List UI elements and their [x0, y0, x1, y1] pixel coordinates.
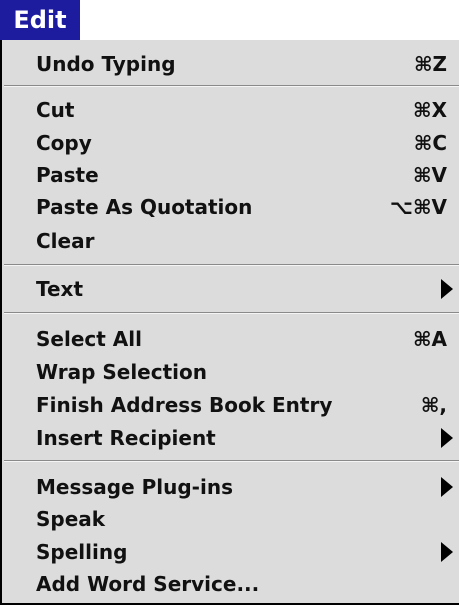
menu-item-label: Copy	[36, 131, 92, 155]
submenu-arrow-icon	[441, 477, 453, 497]
menu-item-speak[interactable]: Speak	[2, 505, 459, 533]
menu-item-copy[interactable]: Copy ⌘C	[2, 129, 459, 157]
menu-item-label: Message Plug-ins	[36, 475, 233, 499]
menu-item-finish-address-book-entry[interactable]: Finish Address Book Entry ⌘,	[2, 391, 459, 419]
menu-item-label: Speak	[36, 507, 106, 531]
submenu-arrow-icon	[441, 542, 453, 562]
menu-item-label: Cut	[36, 98, 75, 122]
menu-separator	[4, 264, 459, 266]
menu-item-select-all[interactable]: Select All ⌘A	[2, 325, 459, 353]
menu-item-shortcut: ⌥⌘V	[389, 195, 447, 219]
menu-item-label: Wrap Selection	[36, 360, 207, 384]
menu-item-cut[interactable]: Cut ⌘X	[2, 96, 459, 124]
menu-item-label: Select All	[36, 327, 142, 351]
menu-item-spelling[interactable]: Spelling	[2, 538, 459, 566]
menu-item-label: Text	[36, 277, 84, 301]
menu-item-message-plug-ins[interactable]: Message Plug-ins	[2, 473, 459, 501]
menu-item-paste[interactable]: Paste ⌘V	[2, 161, 459, 189]
menu-item-shortcut: ⌘X	[413, 98, 447, 122]
menu-item-wrap-selection[interactable]: Wrap Selection	[2, 358, 459, 386]
menu-separator	[4, 85, 459, 87]
menu-item-label: Undo Typing	[36, 52, 176, 76]
edit-menu-title-label: Edit	[13, 6, 67, 34]
edit-menu-dropdown: Undo Typing ⌘Z Cut ⌘X Copy ⌘C Paste ⌘V P…	[0, 40, 459, 605]
submenu-arrow-icon	[441, 428, 453, 448]
menu-item-label: Clear	[36, 229, 95, 253]
menu-item-shortcut: ⌘,	[420, 393, 447, 417]
menu-separator	[4, 460, 459, 462]
menu-item-label: Insert Recipient	[36, 426, 216, 450]
menu-item-label: Paste	[36, 163, 99, 187]
edit-menu-title[interactable]: Edit	[0, 0, 80, 40]
menu-item-label: Paste As Quotation	[36, 195, 253, 219]
menu-item-label: Add Word Service...	[36, 572, 260, 596]
menu-item-undo-typing[interactable]: Undo Typing ⌘Z	[2, 50, 459, 78]
menu-item-shortcut: ⌘V	[412, 163, 447, 187]
menu-separator	[4, 312, 459, 314]
menu-item-add-word-service[interactable]: Add Word Service...	[2, 570, 459, 598]
menu-item-label: Finish Address Book Entry	[36, 393, 333, 417]
menu-item-shortcut: ⌘Z	[413, 52, 447, 76]
menu-item-insert-recipient[interactable]: Insert Recipient	[2, 424, 459, 452]
menu-item-label: Spelling	[36, 540, 128, 564]
menu-item-shortcut: ⌘A	[412, 327, 447, 351]
menu-item-shortcut: ⌘C	[413, 131, 447, 155]
submenu-arrow-icon	[441, 279, 453, 299]
menu-item-clear[interactable]: Clear	[2, 227, 459, 255]
menu-item-paste-as-quotation[interactable]: Paste As Quotation ⌥⌘V	[2, 193, 459, 221]
menu-item-text[interactable]: Text	[2, 275, 459, 303]
